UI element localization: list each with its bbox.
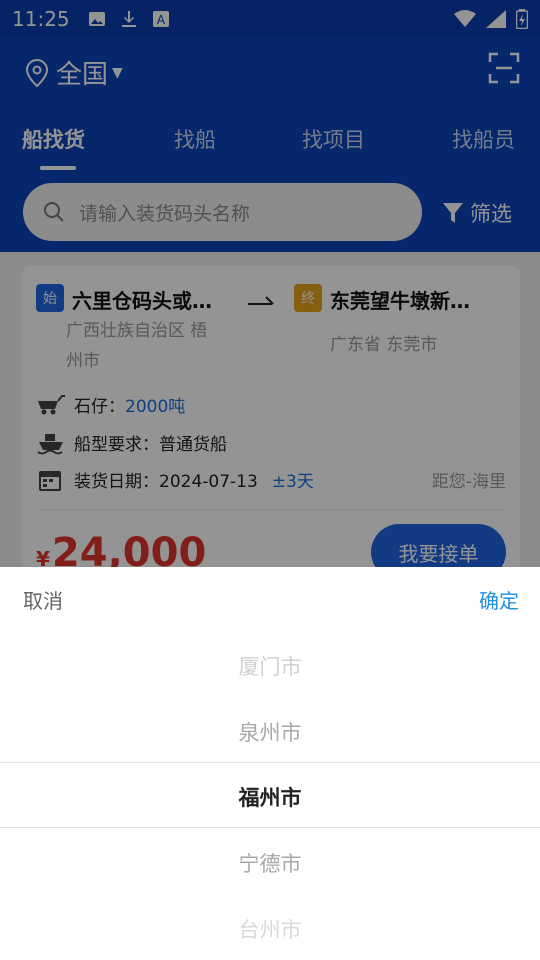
picker-option[interactable]: 台州市	[0, 914, 540, 944]
picker-option[interactable]: 泉州市	[0, 717, 540, 747]
selection-top-line	[0, 762, 540, 763]
selection-bottom-line	[0, 827, 540, 828]
confirm-button[interactable]: 确定	[479, 585, 519, 614]
picker-option[interactable]: 宁德市	[0, 848, 540, 878]
city-picker-sheet: 取消 确定 厦门市 泉州市 福州市 宁德市 台州市	[0, 567, 540, 960]
cancel-button[interactable]: 取消	[23, 585, 63, 614]
picker-option[interactable]: 厦门市	[0, 651, 540, 681]
picker-option-selected[interactable]: 福州市	[0, 782, 540, 812]
